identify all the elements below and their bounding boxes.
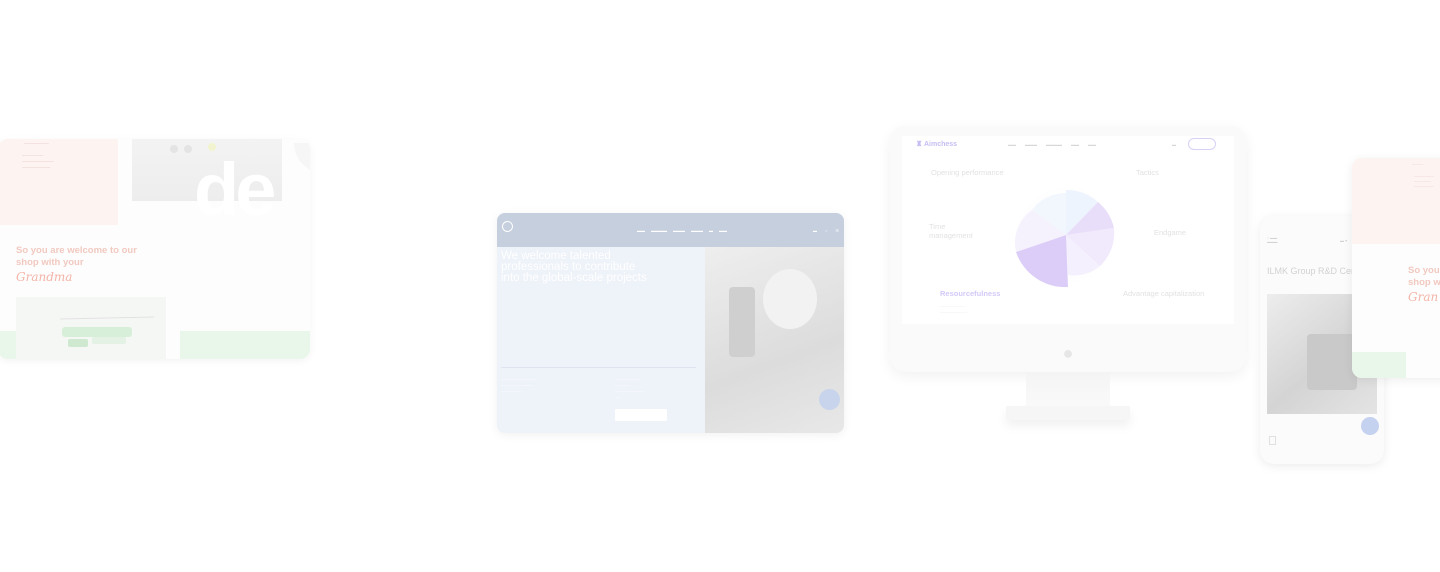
page-title: ILMK Group R&D Cen (1267, 266, 1357, 276)
menu-icon[interactable]: ☰ (835, 228, 839, 233)
kitchen-appliance-image (294, 143, 310, 173)
equipment-image (1307, 334, 1357, 390)
logo-mark-icon (502, 221, 513, 232)
intro-text-fragment: ─────── (24, 141, 49, 147)
grandma-script: Grandma (16, 270, 73, 284)
chat-fab-button[interactable] (1361, 417, 1379, 435)
welcome-headline: So you are welcome to our shop with your (16, 245, 146, 269)
imac-mockup: ♜ Aimchess ▬▬ ▬▬▬ ▬▬▬▬ ▬▬ ▬▬ ▬ Opening p… (890, 126, 1246, 426)
appliance-knob (170, 145, 178, 153)
product-tools-illustration (59, 316, 155, 347)
document-icon[interactable] (1269, 436, 1276, 445)
nav-item[interactable]: ▬▬▬ (1025, 142, 1037, 147)
shop-preview-card-secondary: ──── ──────────────────── So you a shop … (1352, 158, 1440, 378)
login-link[interactable]: ▬ (1172, 142, 1176, 147)
intro-text-fragment: ──── (1412, 162, 1424, 167)
intro-paragraph: ────── ───────── ──────── (22, 153, 54, 171)
microscope-image (729, 287, 755, 357)
careers-preview-card: ▬▬ ▬▬▬▬ ▬▬▬ ▬▬▬ ▬ ▬▬ ▬ ○ ☰ We welcome ta… (497, 213, 844, 433)
nav-item[interactable]: ▬▬ (1088, 142, 1096, 147)
nav-item[interactable]: ▬▬ (1008, 142, 1016, 147)
site-header: ▬▬ ▬▬▬▬ ▬▬▬ ▬▬▬ ▬ ▬▬ ▬ ○ ☰ (497, 213, 844, 247)
welcome-headline-line2: shop with your (16, 257, 84, 268)
scientist-figure (763, 269, 817, 329)
company-logo[interactable] (502, 221, 540, 239)
imac-stand-base (1006, 406, 1130, 420)
nav-item[interactable]: ▬▬ (1071, 142, 1079, 147)
nav-item[interactable]: ▬▬ (637, 228, 645, 233)
intro-panel: ──── ─────── ────── ─────── (1352, 158, 1440, 244)
language-switch[interactable]: ▬ (813, 228, 817, 233)
signup-button[interactable] (1188, 138, 1216, 150)
section-divider (501, 367, 696, 368)
intro-panel: ─────── ────── ───────── ──────── (0, 139, 118, 225)
apple-logo-icon: ● (1062, 343, 1074, 363)
nav-item[interactable]: ▬▬▬▬ (1046, 142, 1062, 147)
nav-item[interactable]: ▬▬▬▬ (651, 228, 667, 233)
welcome-headline-line1: So you a (1408, 265, 1440, 276)
intro-paragraph: ─────── ────── ─────── (1414, 174, 1434, 189)
nav-item[interactable]: ▬ (709, 228, 713, 233)
chat-fab-button[interactable] (819, 389, 840, 410)
grandma-script: Gran (1408, 290, 1439, 304)
info-paragraph-left: ──────────── ─────────── ─────── (501, 377, 536, 394)
label-advantage-capitalization: Advantage capitalization (1123, 289, 1205, 298)
green-accent (1352, 352, 1406, 378)
hero-title: We welcome talented professionals to con… (501, 250, 647, 284)
label-endgame: Endgame (1154, 228, 1187, 237)
label-resourcefulness: Resourcefulness (940, 289, 1001, 298)
label-time-management: Time management (929, 222, 973, 240)
skills-radial-chart (1010, 180, 1122, 290)
shop-preview-card: ─────── ────── ───────── ──────── de So yo… (0, 139, 310, 359)
aimchess-nav: ▬▬ ▬▬▬ ▬▬▬▬ ▬▬ ▬▬ (1008, 142, 1096, 147)
appliance-knob (184, 145, 192, 153)
company-logo[interactable]: ○ ▬▬ ▬▬▬ (1267, 236, 1297, 244)
imac-stand-neck (1026, 372, 1110, 408)
imac-screen: ♜ Aimchess ▬▬ ▬▬▬ ▬▬▬▬ ▬▬ ▬▬ ▬ Opening p… (902, 136, 1234, 324)
nav-item[interactable]: ▬▬ (719, 228, 727, 233)
product-image (16, 297, 166, 359)
label-tactics: Tactics (1136, 168, 1159, 177)
cta-button[interactable] (615, 409, 667, 421)
language-switch[interactable]: ▬ ▾ (1340, 238, 1347, 243)
info-paragraph-right: ───────── ───── ────────── ── (615, 377, 644, 400)
welcome-headline: So you a shop wit (1408, 265, 1440, 289)
nav-item[interactable]: ▬▬▬ (673, 228, 685, 233)
green-accent-left (0, 331, 16, 359)
hero-letters: de (194, 148, 276, 231)
green-accent-right (180, 331, 310, 359)
main-nav: ▬▬ ▬▬▬▬ ▬▬▬ ▬▬▬ ▬ ▬▬ (637, 228, 727, 233)
header-actions: ▬ ○ ☰ (813, 228, 839, 233)
label-opening-performance: Opening performance (931, 168, 1004, 177)
imac-frame: ♜ Aimchess ▬▬ ▬▬▬ ▬▬▬▬ ▬▬ ▬▬ ▬ Opening p… (890, 126, 1246, 372)
welcome-headline-line1: So you are welcome to our (16, 245, 137, 256)
aimchess-brand[interactable]: ♜ Aimchess (916, 140, 957, 148)
search-icon[interactable]: ○ (825, 228, 827, 233)
resourcefulness-description: ────────── ─────────── (940, 305, 968, 315)
welcome-headline-line2: shop wit (1408, 277, 1440, 288)
nav-item[interactable]: ▬▬▬ (691, 228, 703, 233)
